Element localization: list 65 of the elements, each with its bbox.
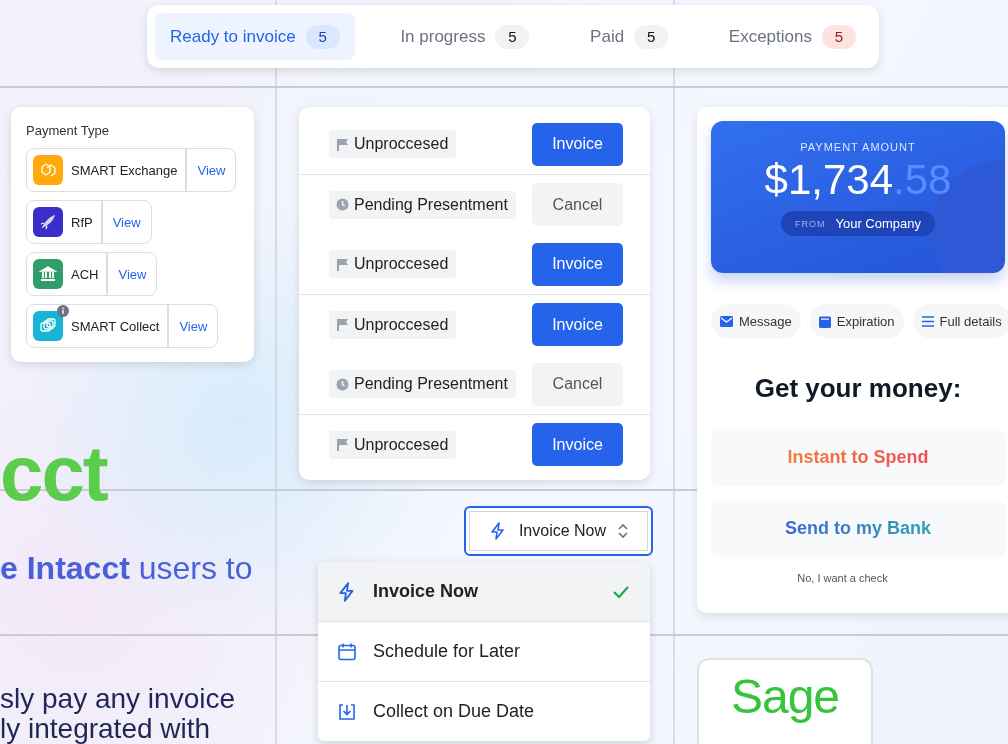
status-tab[interactable]: Paid 5 xyxy=(575,13,684,60)
check-icon xyxy=(612,584,630,599)
menu-item-label: Collect on Due Date xyxy=(373,701,536,722)
download-tray-icon xyxy=(337,701,357,722)
count-badge: 5 xyxy=(305,24,340,49)
payment-type-name: SMART Collect xyxy=(71,318,161,334)
brand-logo: Sage xyxy=(730,669,840,725)
status-label: Pending Presentment xyxy=(354,375,508,393)
flag-icon xyxy=(336,137,349,151)
calendar-icon xyxy=(337,641,357,662)
card-title: Payment Type xyxy=(26,123,109,138)
cancel-button[interactable]: Cancel xyxy=(532,183,623,226)
menu-item[interactable]: Invoice Now xyxy=(318,562,650,621)
list-icon xyxy=(921,315,934,327)
invoice-button[interactable]: Invoice xyxy=(532,423,623,466)
payout-option-button[interactable]: Send to my Bank xyxy=(711,500,1005,557)
invoice-button[interactable]: Invoice xyxy=(532,303,623,346)
from-label: FROM xyxy=(795,218,826,229)
check-link[interactable]: No, I want a check xyxy=(797,572,888,584)
amount-label: PAYMENT AMOUNT xyxy=(800,141,916,153)
status-label: Pending Presentment xyxy=(354,195,508,214)
detail-chip[interactable]: Message xyxy=(711,304,801,338)
status-tab[interactable]: Ready to invoice 5 xyxy=(155,13,355,60)
clock-icon xyxy=(336,377,349,391)
cancel-button[interactable]: Cancel xyxy=(532,362,623,406)
detail-chip[interactable]: Full details xyxy=(912,304,1008,338)
count-badge: 5 xyxy=(495,24,530,49)
status-label: Unproccesed xyxy=(354,135,449,153)
detail-chip[interactable]: Expiration xyxy=(809,304,904,338)
payment-type-name: ACH xyxy=(71,266,100,282)
chevron-updown-icon xyxy=(618,523,629,539)
invoice-button[interactable]: Invoice xyxy=(532,242,623,286)
invoice-mode-select[interactable]: Invoice Now xyxy=(464,506,653,556)
hero-subtitle: e Intacct users to xyxy=(0,550,253,587)
status-label: Unproccesed xyxy=(354,435,449,454)
status-tab[interactable]: In progress 5 xyxy=(385,13,545,60)
hero-body-text: ly integrated with xyxy=(0,714,212,744)
count-badge: 5 xyxy=(634,24,669,49)
view-link[interactable]: View xyxy=(100,201,151,243)
menu-item-label: Invoice Now xyxy=(373,581,480,602)
select-value: Invoice Now xyxy=(518,522,607,540)
lightning-icon xyxy=(488,522,507,540)
calendar-icon xyxy=(818,314,831,328)
flag-icon xyxy=(336,318,349,331)
status-label: Unproccesed xyxy=(354,315,449,334)
flag-icon xyxy=(336,438,349,451)
mail-icon xyxy=(720,315,733,327)
hero-body-text: sly pay any invoice xyxy=(0,684,235,714)
menu-item-label: Schedule for Later xyxy=(373,641,522,662)
clock-icon xyxy=(336,198,349,211)
section-heading: Get your money: xyxy=(753,373,963,404)
status-tab[interactable]: Exceptions 5 xyxy=(713,13,871,60)
status-label: Unproccesed xyxy=(354,255,449,273)
view-link[interactable]: View xyxy=(167,305,218,347)
menu-item[interactable]: Schedule for Later xyxy=(318,621,650,681)
menu-item[interactable]: Collect on Due Date xyxy=(318,681,650,741)
count-badge: 5 xyxy=(822,24,856,49)
payment-type-name: SMART Exchange xyxy=(71,162,179,178)
flag-icon xyxy=(336,257,349,271)
hero-brand-text: cct xyxy=(0,428,107,519)
payment-type-name: RfP xyxy=(71,214,94,230)
sender-name: Your Company xyxy=(835,216,921,231)
view-link[interactable]: View xyxy=(185,149,236,191)
invoice-button[interactable]: Invoice xyxy=(532,122,623,166)
view-link[interactable]: View xyxy=(106,253,157,295)
